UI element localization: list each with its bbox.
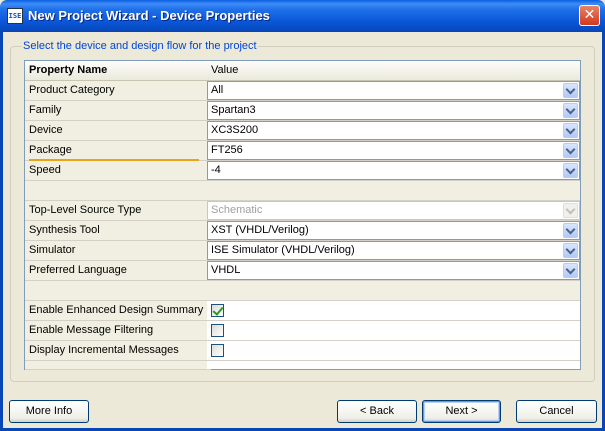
property-label: Simulator bbox=[25, 241, 211, 261]
property-label: Speed bbox=[25, 161, 211, 181]
property-label: Top-Level Source Type bbox=[25, 201, 211, 221]
more-info-button[interactable]: More Info bbox=[9, 400, 89, 423]
property-row-product-category: Product Category All bbox=[25, 81, 580, 101]
wizard-window: ISE New Project Wizard - Device Properti… bbox=[0, 0, 605, 431]
message-filtering-checkbox[interactable] bbox=[211, 324, 224, 337]
product-category-select[interactable]: All bbox=[207, 81, 580, 100]
chevron-down-icon[interactable] bbox=[563, 263, 578, 278]
header-property-name: Property Name bbox=[25, 61, 211, 81]
back-button[interactable]: < Back bbox=[337, 400, 417, 423]
property-row-simulator: Simulator ISE Simulator (VHDL/Verilog) bbox=[25, 241, 580, 261]
select-value: Schematic bbox=[211, 204, 263, 216]
property-row-preferred-language: Preferred Language VHDL bbox=[25, 261, 580, 281]
synthesis-tool-select[interactable]: XST (VHDL/Verilog) bbox=[207, 221, 580, 240]
close-icon: ✕ bbox=[583, 7, 596, 23]
top-level-source-type-select: Schematic bbox=[207, 201, 580, 220]
property-label: Display Incremental Messages bbox=[25, 341, 211, 361]
spacer-cell bbox=[207, 181, 580, 201]
header-value: Value bbox=[207, 61, 580, 81]
property-label: Device bbox=[25, 121, 211, 141]
package-select[interactable]: FT256 bbox=[207, 141, 580, 160]
chevron-down-icon[interactable] bbox=[563, 123, 578, 138]
property-grid: Property Name Value Product Category All… bbox=[24, 60, 581, 370]
family-select[interactable]: Spartan3 bbox=[207, 101, 580, 120]
spacer-cell bbox=[207, 281, 580, 301]
property-row-enhanced-design-summary: Enable Enhanced Design Summary bbox=[25, 301, 580, 321]
select-value: XC3S200 bbox=[211, 124, 259, 136]
select-value: VHDL bbox=[211, 264, 241, 276]
preferred-language-select[interactable]: VHDL bbox=[207, 261, 580, 280]
property-row-package: Package FT256 bbox=[25, 141, 580, 161]
chevron-down-icon[interactable] bbox=[563, 83, 578, 98]
property-row-family: Family Spartan3 bbox=[25, 101, 580, 121]
chevron-down-icon[interactable] bbox=[563, 223, 578, 238]
speed-select[interactable]: -4 bbox=[207, 161, 580, 180]
select-value: XST (VHDL/Verilog) bbox=[211, 224, 309, 236]
property-label: Family bbox=[25, 101, 211, 121]
select-value: -4 bbox=[211, 164, 221, 176]
device-select[interactable]: XC3S200 bbox=[207, 121, 580, 140]
property-row-incremental-messages: Display Incremental Messages bbox=[25, 341, 580, 361]
window-border-left bbox=[0, 32, 3, 431]
title-bar[interactable]: ISE New Project Wizard - Device Properti… bbox=[0, 0, 605, 32]
grid-trailing-row bbox=[25, 361, 580, 370]
incremental-messages-checkbox[interactable] bbox=[211, 344, 224, 357]
spacer-cell bbox=[25, 281, 211, 301]
ise-app-icon: ISE bbox=[7, 8, 23, 24]
grid-spacer-row bbox=[25, 281, 580, 301]
select-value: All bbox=[211, 84, 224, 96]
property-label: Enable Message Filtering bbox=[25, 321, 211, 341]
property-label: Product Category bbox=[25, 81, 211, 101]
grid-header: Property Name Value bbox=[25, 61, 580, 81]
close-button[interactable]: ✕ bbox=[579, 5, 600, 26]
property-row-device: Device XC3S200 bbox=[25, 121, 580, 141]
property-row-message-filtering: Enable Message Filtering bbox=[25, 321, 580, 341]
chevron-down-icon[interactable] bbox=[563, 143, 578, 158]
spacer-cell bbox=[207, 361, 580, 369]
simulator-select[interactable]: ISE Simulator (VHDL/Verilog) bbox=[207, 241, 580, 260]
property-label: Enable Enhanced Design Summary bbox=[25, 301, 211, 321]
property-row-synthesis-tool: Synthesis Tool XST (VHDL/Verilog) bbox=[25, 221, 580, 241]
chevron-down-icon[interactable] bbox=[563, 163, 578, 178]
spacer-cell bbox=[25, 361, 211, 370]
enhanced-design-summary-checkbox[interactable] bbox=[211, 304, 224, 317]
grid-spacer-row bbox=[25, 181, 580, 201]
property-label: Preferred Language bbox=[25, 261, 211, 281]
cancel-button[interactable]: Cancel bbox=[516, 400, 597, 423]
chevron-down-icon[interactable] bbox=[563, 103, 578, 118]
property-label: Package bbox=[25, 141, 211, 161]
select-value: Spartan3 bbox=[211, 104, 256, 116]
chevron-down-icon[interactable] bbox=[563, 243, 578, 258]
select-value: ISE Simulator (VHDL/Verilog) bbox=[211, 244, 355, 256]
window-title: New Project Wizard - Device Properties bbox=[28, 8, 270, 23]
property-label: Synthesis Tool bbox=[25, 221, 211, 241]
next-button[interactable]: Next > bbox=[422, 400, 501, 423]
spacer-cell bbox=[25, 181, 211, 201]
select-value: FT256 bbox=[211, 144, 243, 156]
property-row-top-level-source-type: Top-Level Source Type Schematic bbox=[25, 201, 580, 221]
group-caption: Select the device and design flow for th… bbox=[22, 40, 258, 52]
chevron-down-icon bbox=[563, 203, 578, 218]
property-row-speed: Speed -4 bbox=[25, 161, 580, 181]
